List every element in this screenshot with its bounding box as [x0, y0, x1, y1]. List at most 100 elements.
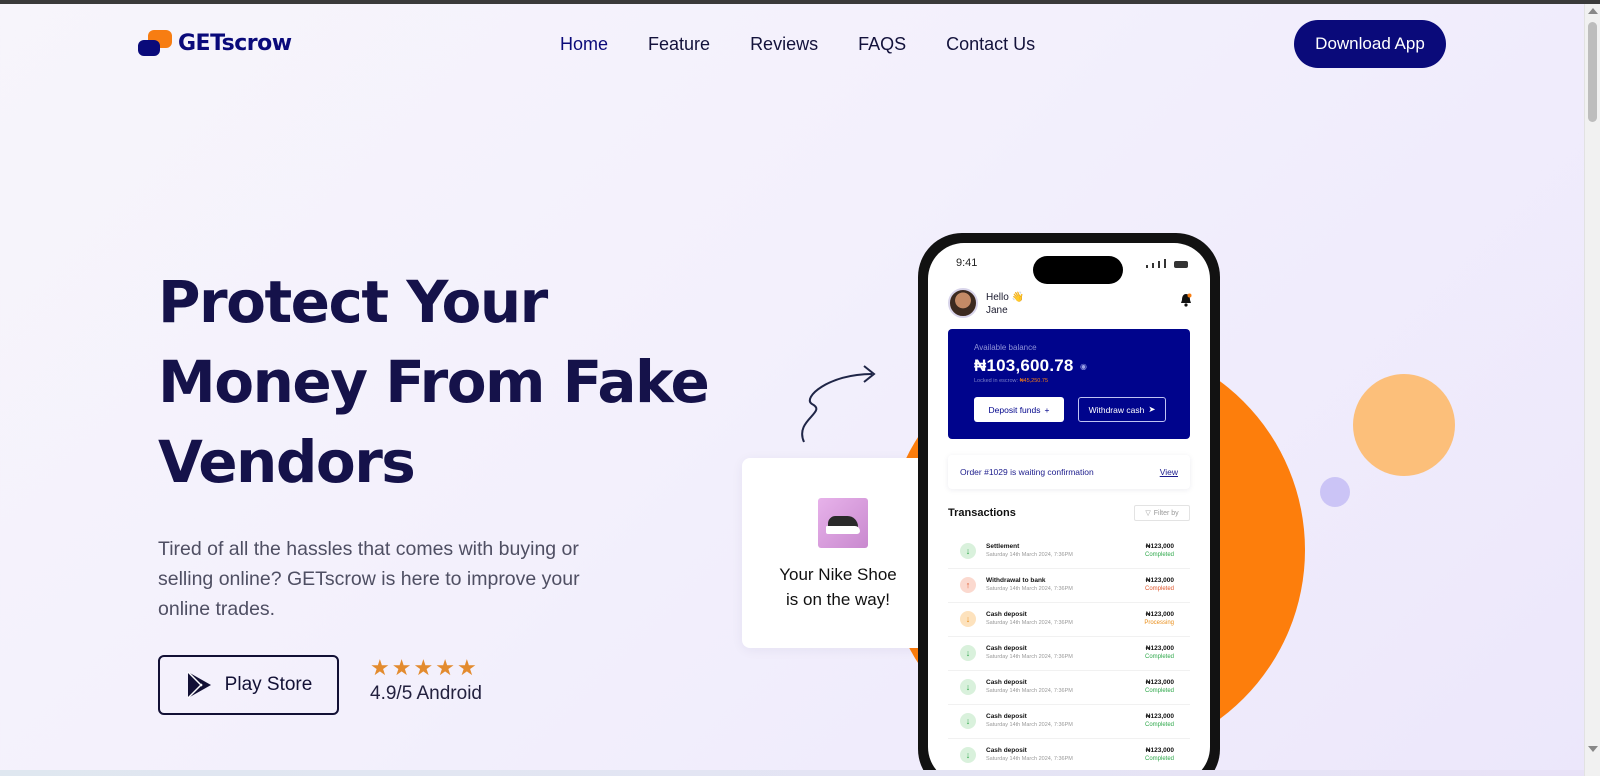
hero-subtext: Tired of all the hassles that comes with… — [158, 538, 580, 620]
transaction-amount: ₦123,000 — [1145, 577, 1174, 584]
nav-feature[interactable]: Feature — [648, 34, 710, 55]
transaction-amount: ₦123,000 — [1145, 713, 1174, 720]
hero-headline: Protect Your Money From Fake Vendors — [158, 262, 718, 502]
nav-contact[interactable]: Contact Us — [946, 34, 1035, 55]
brand-logo[interactable]: GETscrow — [138, 30, 292, 56]
transaction-amount: ₦123,000 — [1145, 747, 1174, 754]
transaction-direction-icon: ↓ — [960, 645, 976, 661]
balance-card: Available balance ₦103,600.78 ◉ Locked i… — [948, 329, 1190, 439]
transaction-row[interactable]: ↓ Cash deposit Saturday 14th March 2024, 7… — [948, 671, 1190, 705]
star-icon: ★ — [391, 655, 412, 680]
play-store-button[interactable]: Play Store — [158, 655, 339, 715]
notification-text: Your Nike Shoe is on the way! — [742, 562, 934, 612]
transaction-direction-icon: ↓ — [960, 543, 976, 559]
phone-screen: 9:41 Hello 👋 Jane Available balance ₦103… — [928, 243, 1210, 776]
withdraw-label: Withdraw cash — [1088, 404, 1145, 415]
transactions-title: Transactions — [948, 507, 1016, 519]
transaction-row[interactable]: ↓ Cash deposit Saturday 14th March 2024, 7… — [948, 603, 1190, 637]
send-icon: ➤ — [1148, 404, 1156, 414]
nav-faqs[interactable]: FAQS — [858, 34, 906, 55]
decor-lilac-dot — [1320, 477, 1350, 507]
deposit-label: Deposit funds — [988, 404, 1041, 415]
scroll-down-icon[interactable] — [1588, 746, 1598, 752]
avatar[interactable] — [948, 288, 978, 318]
transaction-row[interactable]: ↓ Cash deposit Saturday 14th March 2024, 7… — [948, 637, 1190, 671]
transaction-date: Saturday 14th March 2024, 7:36PM — [986, 756, 1073, 762]
notification-line: is on the way! — [786, 590, 890, 609]
transaction-name: Withdrawal to bank — [986, 577, 1046, 584]
transaction-name: Cash deposit — [986, 747, 1027, 754]
bell-icon[interactable] — [1180, 293, 1192, 307]
transaction-date: Saturday 14th March 2024, 7:36PM — [986, 586, 1073, 592]
star-icon: ★ — [435, 655, 455, 680]
status-bar-icons — [1146, 259, 1188, 268]
balance-label: Available balance — [974, 343, 1037, 352]
transaction-status: Completed — [1144, 722, 1174, 728]
locked-in-escrow: Locked in escrow: ₦45,250.75 — [974, 378, 1048, 384]
play-store-label: Play Store — [224, 674, 313, 695]
headline-line: Vendors — [158, 428, 416, 496]
status-time: 9:41 — [956, 257, 978, 269]
transaction-row[interactable]: ↓ Settlement Saturday 14th March 2024, 7:3… — [948, 535, 1190, 569]
browser-top-edge — [0, 0, 1600, 4]
play-store-icon — [187, 671, 211, 699]
headline-line: Protect Your — [158, 268, 548, 336]
transaction-status: Completed — [1144, 552, 1174, 558]
deposit-funds-button[interactable]: Deposit funds + — [974, 397, 1064, 422]
nav-home[interactable]: Home — [560, 34, 608, 55]
locked-label: Locked in escrow: — [974, 378, 1019, 384]
headline-line: Money From Fake — [158, 348, 710, 416]
nav-reviews[interactable]: Reviews — [750, 34, 818, 55]
shipment-notification-card: Your Nike Shoe is on the way! — [742, 458, 934, 648]
dynamic-island — [1033, 256, 1123, 284]
transaction-date: Saturday 14th March 2024, 7:36PM — [986, 620, 1073, 626]
transaction-row[interactable]: ↓ Cash deposit Saturday 14th March 2024, 7… — [948, 739, 1190, 773]
filter-icon: ▽ — [1145, 510, 1151, 517]
battery-icon — [1174, 261, 1188, 268]
star-icon: ★ — [413, 655, 434, 680]
transaction-status: Completed — [1144, 654, 1174, 660]
transaction-name: Cash deposit — [986, 645, 1027, 652]
rating-block: ★ ★ ★ ★ ★ 4.9/5 Android — [370, 657, 482, 705]
transaction-status: Processing — [1144, 620, 1174, 626]
transaction-date: Saturday 14th March 2024, 7:36PM — [986, 552, 1073, 558]
transaction-amount: ₦123,000 — [1145, 645, 1174, 652]
star-icon: ★ — [456, 655, 477, 680]
transaction-name: Cash deposit — [986, 611, 1027, 618]
greeting: Hello 👋 Jane — [986, 291, 1024, 317]
balance-amount: ₦103,600.78 — [974, 356, 1074, 375]
transaction-name: Cash deposit — [986, 713, 1027, 720]
withdraw-cash-button[interactable]: Withdraw cash ➤ — [1078, 397, 1166, 422]
notification-line: Your Nike Shoe — [779, 565, 897, 584]
download-app-button[interactable]: Download App — [1294, 20, 1446, 68]
scrollbar-thumb[interactable] — [1588, 22, 1597, 122]
order-view-link[interactable]: View — [1160, 467, 1178, 477]
transaction-date: Saturday 14th March 2024, 7:36PM — [986, 722, 1073, 728]
transaction-direction-icon: ↓ — [960, 679, 976, 695]
transaction-direction-icon: ↓ — [960, 713, 976, 729]
transaction-direction-icon: ↓ — [960, 747, 976, 763]
plus-icon: + — [1044, 404, 1050, 415]
transaction-amount: ₦123,000 — [1145, 611, 1174, 618]
transaction-row[interactable]: ↓ Cash deposit Saturday 14th March 2024, 7… — [948, 705, 1190, 739]
transaction-amount: ₦123,000 — [1145, 679, 1174, 686]
filter-button[interactable]: ▽ Filter by — [1134, 505, 1190, 521]
transaction-status: Completed — [1144, 688, 1174, 694]
transaction-name: Cash deposit — [986, 679, 1027, 686]
user-name: Jane — [986, 305, 1008, 316]
transaction-direction-icon: ↑ — [960, 577, 976, 593]
filter-label: Filter by — [1153, 509, 1179, 517]
brand-name: GETscrow — [178, 30, 292, 56]
scroll-up-icon[interactable] — [1588, 8, 1598, 14]
transaction-date: Saturday 14th March 2024, 7:36PM — [986, 654, 1073, 660]
transaction-date: Saturday 14th March 2024, 7:36PM — [986, 688, 1073, 694]
transaction-status: Completed — [1144, 586, 1174, 592]
transaction-row[interactable]: ↑ Withdrawal to bank Saturday 14th March 2… — [948, 569, 1190, 603]
page-bottom-edge — [0, 770, 1584, 776]
scrollbar[interactable] — [1584, 4, 1600, 776]
eye-icon[interactable]: ◉ — [1080, 362, 1087, 371]
star-icon: ★ — [370, 655, 390, 680]
decor-peach-circle — [1353, 374, 1455, 476]
transaction-name: Settlement — [986, 543, 1020, 550]
shoe-image — [818, 498, 868, 548]
